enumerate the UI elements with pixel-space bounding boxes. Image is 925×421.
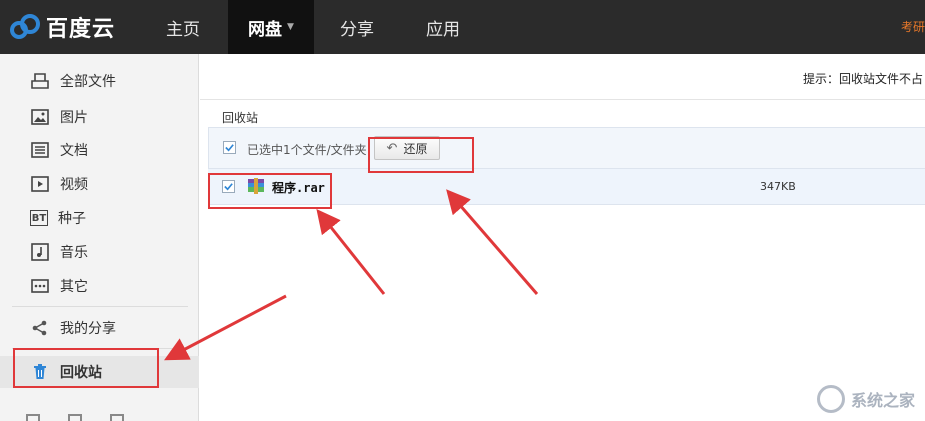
recycle-tip: 提示：回收站文件不占 xyxy=(802,72,923,86)
sidebar-item-label: 我的分享 xyxy=(60,321,116,337)
tool-icon[interactable] xyxy=(68,414,82,421)
all-files-icon xyxy=(30,71,50,91)
tool-icon[interactable] xyxy=(26,414,40,421)
main-nav: 主页 网盘 ▼ 分享 应用 xyxy=(138,0,486,54)
checkmark-icon xyxy=(225,144,234,152)
baidu-cloud-logo[interactable]: 百度云 xyxy=(0,0,138,54)
chevron-down-icon: ▼ xyxy=(287,22,294,32)
sidebar-item-label: 音乐 xyxy=(60,245,88,261)
sidebar-item-label: 图片 xyxy=(60,110,88,126)
logo-text: 百度云 xyxy=(46,17,116,42)
sidebar-bottom-tools xyxy=(26,414,124,421)
watermark-logo-icon xyxy=(816,385,845,413)
breadcrumb[interactable]: 回收站 xyxy=(222,109,258,126)
video-icon xyxy=(30,174,50,194)
selection-count: 已选中1个文件/文件夹 xyxy=(247,143,367,157)
share-icon xyxy=(30,318,50,338)
cloud-logo-icon xyxy=(10,13,40,41)
top-right-link[interactable]: 考研 xyxy=(901,18,925,35)
file-size: 347KB xyxy=(760,180,796,193)
sidebar-item-images[interactable]: 图片 xyxy=(0,102,199,132)
sidebar-item-music[interactable]: 音乐 xyxy=(0,237,199,267)
sidebar-item-label: 文档 xyxy=(60,143,88,159)
image-icon xyxy=(30,107,50,127)
annotation-box-restore xyxy=(368,137,474,173)
nav-tab-netdisk[interactable]: 网盘 ▼ xyxy=(228,0,314,54)
sidebar-item-documents[interactable]: 文档 xyxy=(0,135,199,165)
sidebar-item-label: 其它 xyxy=(60,279,88,295)
sidebar-item-videos[interactable]: 视频 xyxy=(0,169,199,199)
select-all-checkbox[interactable] xyxy=(223,141,236,154)
music-icon xyxy=(30,242,50,262)
sidebar-item-label: 视频 xyxy=(60,177,88,193)
watermark: 系统之家 xyxy=(816,385,915,413)
tip-bar: 提示：回收站文件不占 xyxy=(200,54,925,100)
main-panel: 提示：回收站文件不占 回收站 已选中1个文件/文件夹 ↶ 还原 程序.rar 3… xyxy=(200,54,925,421)
nav-tab-apps[interactable]: 应用 xyxy=(400,0,486,54)
document-icon xyxy=(30,140,50,160)
sidebar-item-label: 种子 xyxy=(58,211,86,227)
tool-icon[interactable] xyxy=(110,414,124,421)
nav-tab-netdisk-label: 网盘 xyxy=(248,19,283,40)
nav-tab-share-label: 分享 xyxy=(340,19,374,40)
nav-tab-home[interactable]: 主页 xyxy=(138,0,228,54)
bt-icon: BT xyxy=(30,210,48,226)
annotation-box-file xyxy=(208,173,332,209)
sidebar-item-label: 全部文件 xyxy=(60,74,116,90)
sidebar-divider xyxy=(12,306,188,307)
watermark-text: 系统之家 xyxy=(850,391,915,410)
annotation-box-recycle-bin xyxy=(13,348,159,388)
sidebar-item-all-files[interactable]: 全部文件 xyxy=(0,66,199,96)
nav-tab-home-label: 主页 xyxy=(166,19,200,40)
other-icon xyxy=(30,276,50,296)
sidebar-item-torrents[interactable]: BT 种子 xyxy=(0,203,199,233)
sidebar-item-other[interactable]: 其它 xyxy=(0,271,199,301)
top-nav-bar: 百度云 主页 网盘 ▼ 分享 应用 考研 xyxy=(0,0,925,54)
bt-icon-text: BT xyxy=(31,212,47,224)
nav-tab-apps-label: 应用 xyxy=(426,19,460,40)
nav-tab-share[interactable]: 分享 xyxy=(314,0,400,54)
selection-toolbar: 已选中1个文件/文件夹 ↶ 还原 xyxy=(208,127,925,169)
sidebar-item-my-shares[interactable]: 我的分享 xyxy=(0,313,199,343)
